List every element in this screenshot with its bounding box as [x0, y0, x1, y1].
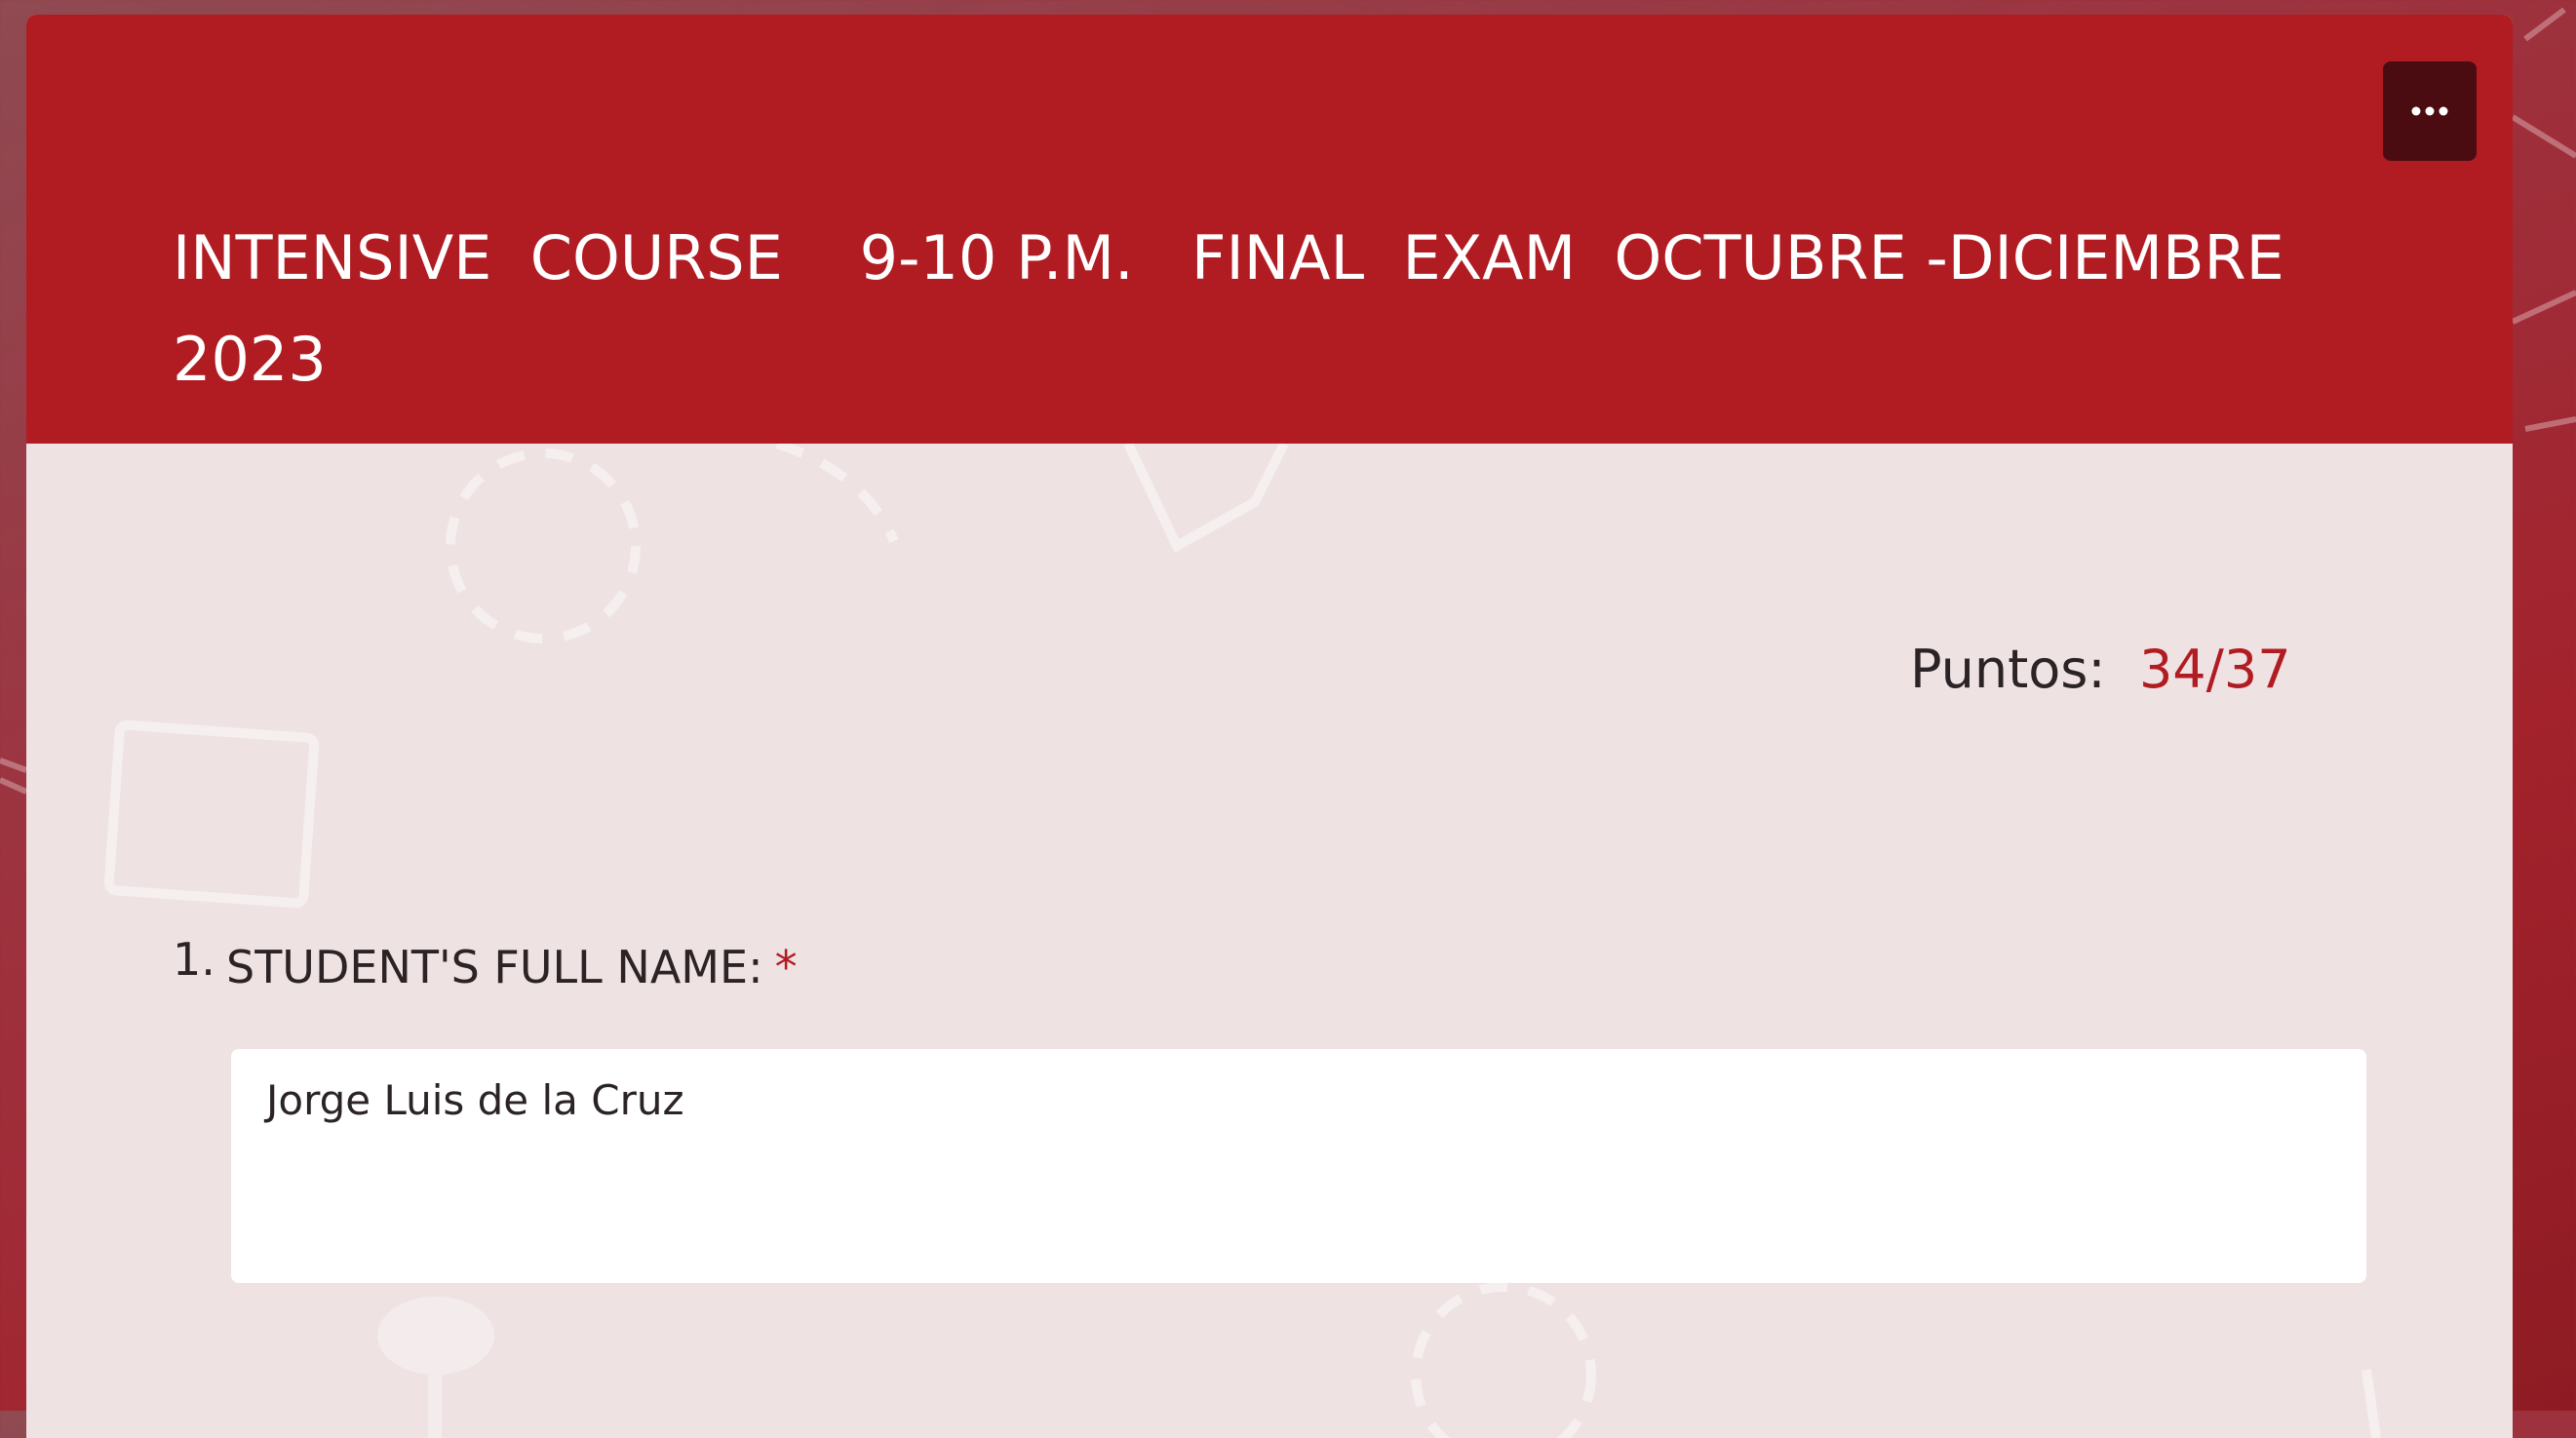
form-card: INTENSIVE COURSE 9-10 P.M. FINAL EXAM OC…	[26, 15, 2513, 1438]
form-header: INTENSIVE COURSE 9-10 P.M. FINAL EXAM OC…	[26, 15, 2513, 444]
score-label: Puntos:	[1910, 639, 2106, 700]
more-options-button[interactable]	[2383, 61, 2477, 161]
full-name-answer-text: Jorge Luis de la Cruz	[266, 1076, 684, 1124]
required-asterisk: *	[774, 941, 798, 993]
question-label: STUDENT'S FULL NAME:	[226, 941, 763, 993]
question-label-wrapper: STUDENT'S FULL NAME: *	[226, 941, 798, 993]
question-number: 1.	[173, 933, 215, 986]
score-display: Puntos: 34/37	[1910, 639, 2291, 700]
ellipsis-icon	[2411, 106, 2448, 116]
score-value: 34/37	[2138, 639, 2291, 700]
full-name-answer-field[interactable]: Jorge Luis de la Cruz	[231, 1049, 2366, 1283]
form-title: INTENSIVE COURSE 9-10 P.M. FINAL EXAM OC…	[173, 222, 2304, 395]
